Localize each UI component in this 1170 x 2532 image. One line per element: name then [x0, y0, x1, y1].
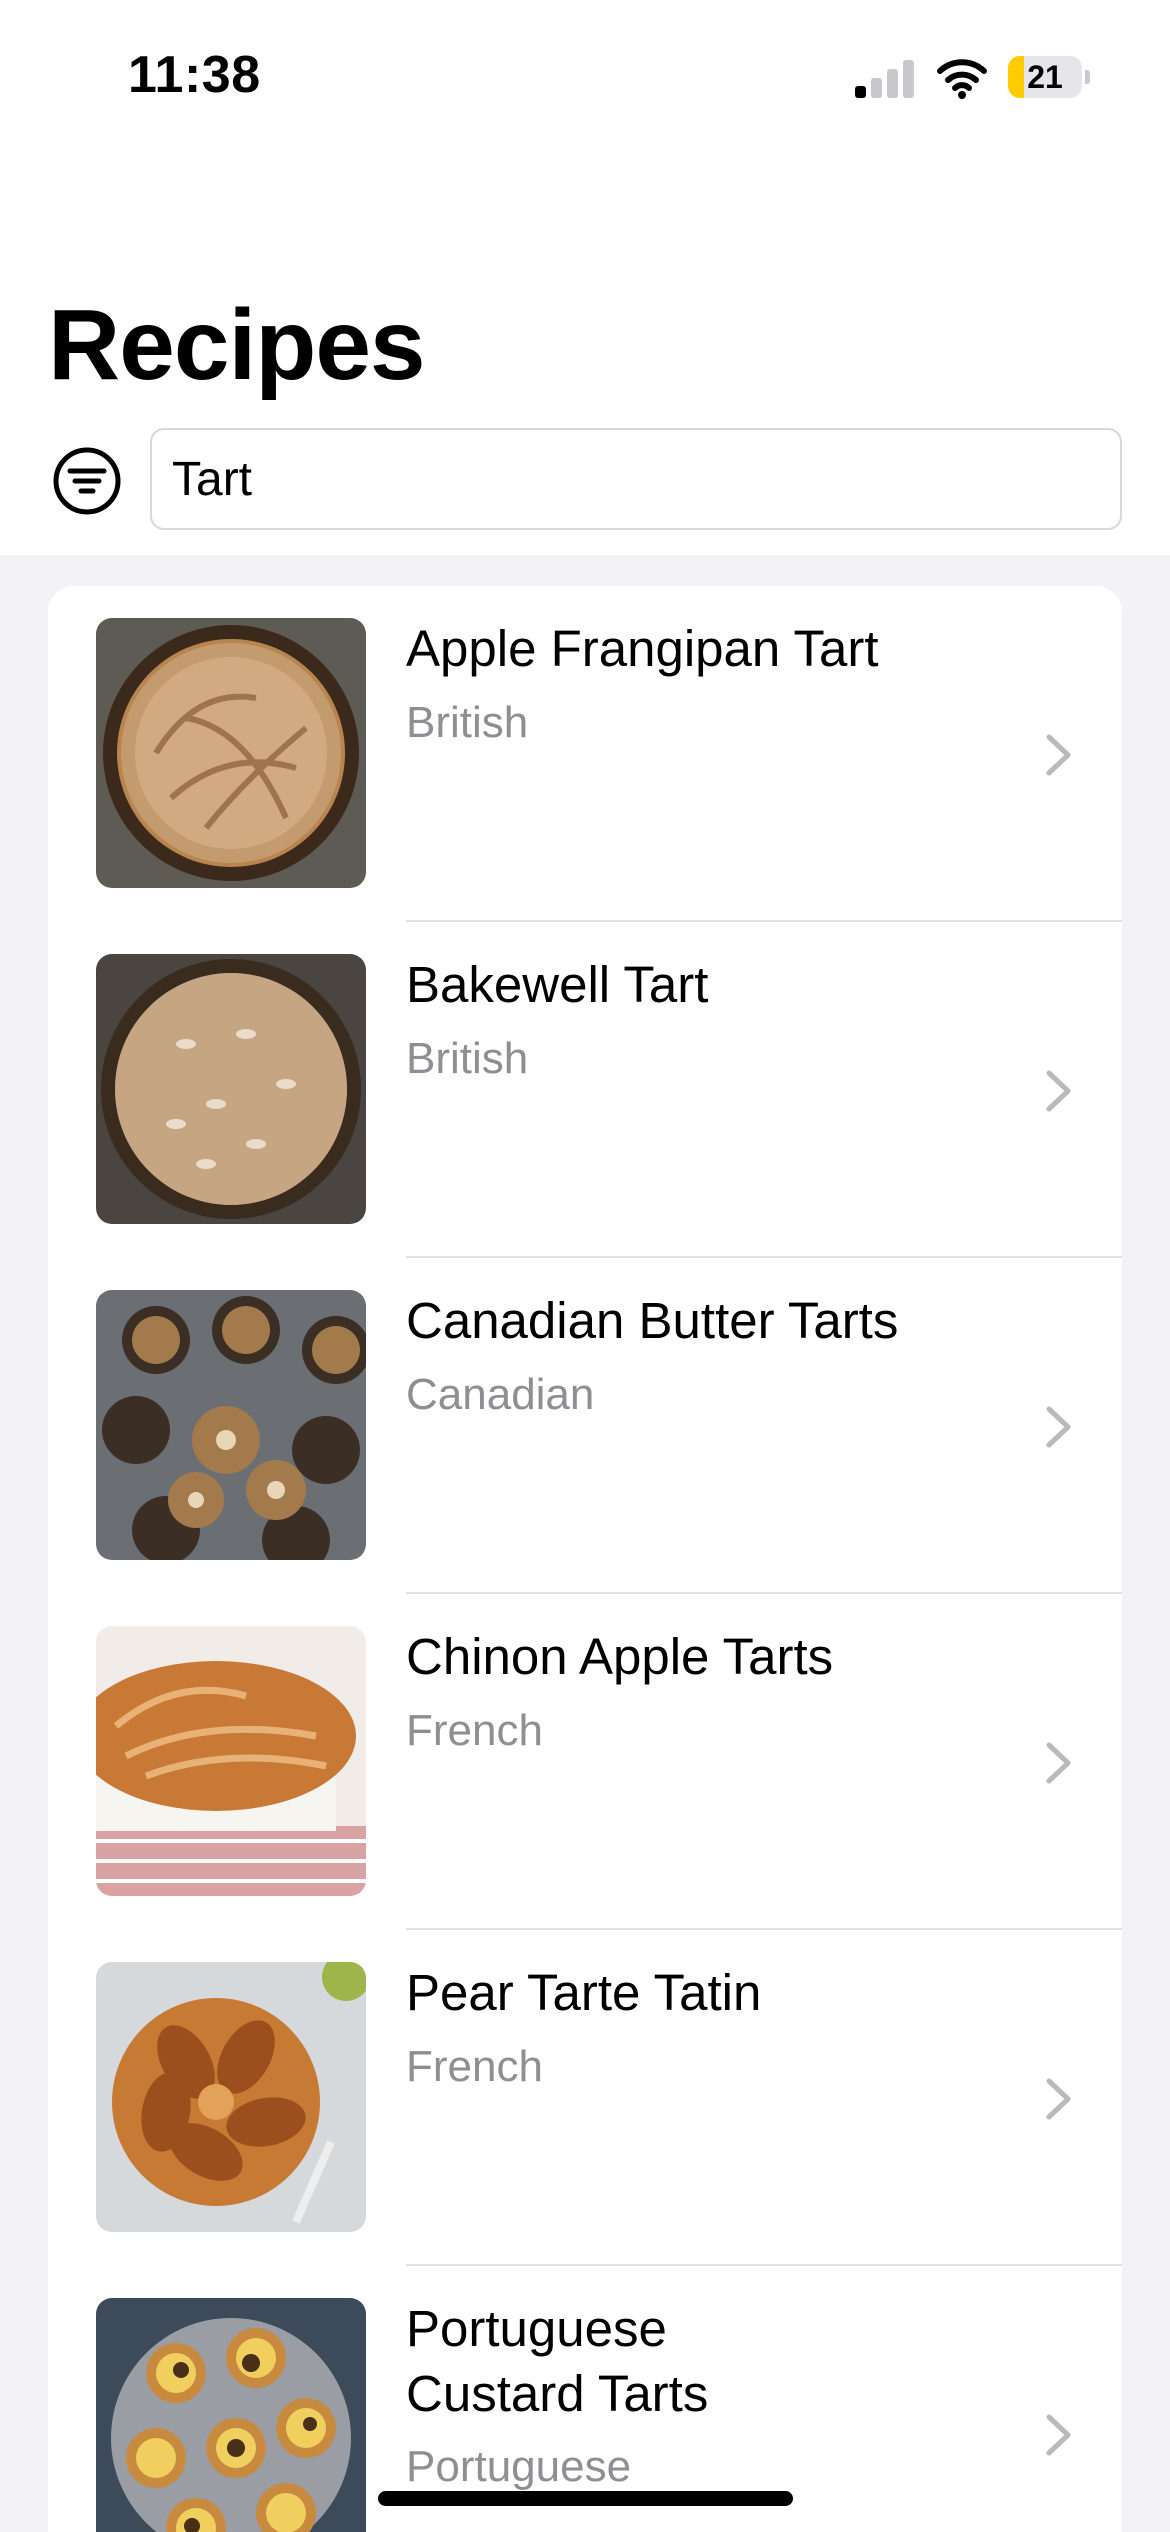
recipe-list: Apple Frangipan Tart British Bakewell Ta…	[48, 586, 1122, 2532]
chevron-right-icon	[1046, 734, 1071, 776]
recipe-row[interactable]: Chinon Apple Tarts French	[48, 1594, 1122, 1930]
recipe-name: Bakewell Tart	[406, 956, 709, 1013]
page-title: Recipes	[48, 289, 426, 401]
wifi-icon	[937, 57, 987, 99]
bakewell-tart-photo	[96, 954, 366, 1224]
chevron-right-icon	[1046, 1070, 1071, 1112]
cellular-signal-icon	[855, 58, 915, 98]
chevron-right-icon	[1046, 2414, 1071, 2456]
recipe-name: Portuguese Custard Tarts	[406, 2300, 709, 2422]
chevron-right-icon	[1046, 2078, 1071, 2120]
filter-button[interactable]	[52, 446, 122, 516]
recipe-name: Chinon Apple Tarts	[406, 1628, 834, 1685]
home-indicator[interactable]	[378, 2491, 793, 2506]
recipe-area: British	[406, 1034, 529, 1083]
battery-icon: 21	[1008, 56, 1090, 98]
apple-frangipan-tart-photo	[96, 618, 366, 888]
recipe-area: French	[406, 2042, 543, 2091]
recipe-area: French	[406, 1706, 543, 1755]
status-time: 11:38	[128, 46, 261, 104]
chevron-right-icon	[1046, 1742, 1071, 1784]
recipe-area: British	[406, 698, 529, 747]
filter-icon	[53, 447, 121, 515]
portuguese-custard-tarts-photo	[96, 2298, 366, 2532]
recipe-name: Apple Frangipan Tart	[406, 620, 879, 677]
recipe-name: Pear Tarte Tatin	[406, 1964, 762, 2021]
canadian-butter-tarts-photo	[96, 1290, 366, 1560]
battery-level: 21	[1027, 59, 1063, 95]
search-input[interactable]	[150, 428, 1122, 530]
recipe-row[interactable]: Pear Tarte Tatin French	[48, 1930, 1122, 2266]
recipe-area: Portuguese	[406, 2442, 632, 2491]
recipe-row[interactable]: Bakewell Tart British	[48, 922, 1122, 1258]
recipe-row[interactable]: Canadian Butter Tarts Canadian	[48, 1258, 1122, 1594]
pear-tarte-tatin-photo	[96, 1962, 366, 2232]
chinon-apple-tarts-photo	[96, 1626, 366, 1896]
recipe-name: Canadian Butter Tarts	[406, 1292, 899, 1349]
chevron-right-icon	[1046, 1406, 1071, 1448]
recipe-row[interactable]: Apple Frangipan Tart British	[48, 586, 1122, 922]
recipe-area: Canadian	[406, 1370, 595, 1419]
